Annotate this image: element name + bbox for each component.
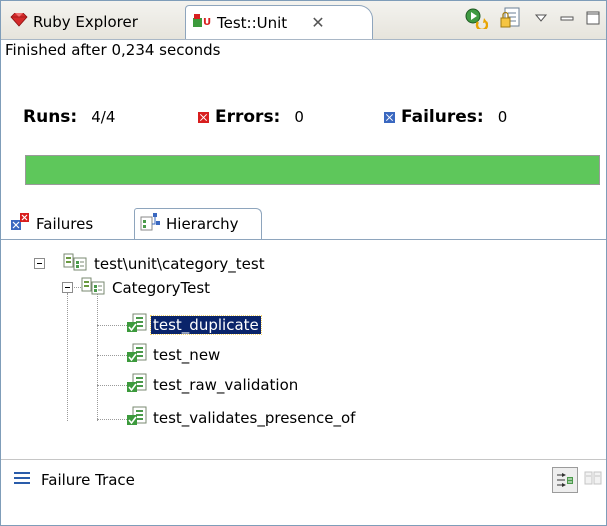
test-passed-icon: [126, 312, 148, 338]
tree-node-label: test_raw_validation: [153, 376, 299, 394]
tab-hierarchy[interactable]: Hierarchy: [134, 208, 262, 239]
tree-node-label: test_validates_presence_of: [153, 409, 356, 427]
stack-trace-icon: [13, 470, 31, 490]
history-icon[interactable]: [500, 7, 522, 33]
result-tabs: Failures Hierarchy: [1, 201, 606, 240]
ruby-gem-icon: [10, 12, 28, 31]
tree-node-label: CategoryTest: [112, 279, 211, 297]
test-passed-icon: [126, 342, 148, 368]
view-toolbar: [464, 7, 600, 33]
tree-node-label: test\unit\category_test: [94, 255, 265, 273]
runs-counter: Runs: 4/4: [23, 107, 198, 127]
close-icon[interactable]: ✕: [311, 13, 324, 32]
failures-icon: [10, 212, 32, 236]
errors-value: 0: [294, 108, 304, 126]
filter-stack-icon[interactable]: [552, 467, 578, 493]
tree-guide-line: [97, 419, 127, 420]
test-unit-view: Ruby Explorer U Test::Unit ✕ Finished af…: [0, 0, 607, 526]
error-icon: [198, 111, 209, 123]
tab-label: Test::Unit: [217, 13, 288, 32]
tab-label: Failures: [36, 215, 94, 233]
test-counters: Runs: 4/4 Errors: 0 Failures: 0: [23, 107, 603, 127]
tree-node-testcase[interactable]: CategoryTest: [81, 276, 210, 300]
tab-label: Ruby Explorer: [33, 13, 138, 31]
test-passed-icon: [126, 405, 148, 431]
tab-ruby-explorer[interactable]: Ruby Explorer: [4, 6, 186, 38]
tree-node-label: test_new: [153, 346, 221, 364]
tree-guide-line: [97, 293, 98, 421]
tree-node-test[interactable]: test_new: [126, 343, 220, 367]
view-menu-chevron-icon[interactable]: [534, 11, 548, 29]
suite-icon: [63, 252, 89, 276]
tab-label: Hierarchy: [166, 215, 239, 233]
progress-bar: [25, 155, 600, 185]
collapse-toggle[interactable]: [62, 282, 73, 293]
runs-value: 4/4: [91, 108, 116, 126]
rerun-tests-icon[interactable]: [464, 7, 489, 33]
failures-label: Failures:: [401, 107, 484, 127]
maximize-icon[interactable]: [586, 11, 600, 29]
status-text: Finished after 0,234 seconds: [5, 41, 221, 59]
hierarchy-icon: [140, 212, 162, 236]
tree-node-test[interactable]: test_validates_presence_of: [126, 406, 355, 430]
minimize-icon[interactable]: [560, 11, 574, 29]
svg-text:U: U: [203, 17, 211, 28]
failure-trace-header: Failure Trace: [1, 459, 606, 502]
tree-node-label: test_duplicate: [150, 315, 262, 335]
tree-guide-line: [97, 355, 127, 356]
testcase-icon: [81, 276, 107, 300]
collapse-toggle[interactable]: [34, 258, 45, 269]
progress-fill: [26, 156, 599, 184]
tab-test-unit[interactable]: U Test::Unit ✕: [185, 5, 373, 39]
errors-counter: Errors: 0: [198, 107, 384, 127]
test-hierarchy-tree: test\unit\category_test CategoryTest tes…: [1, 241, 606, 431]
trace-title-label: Failure Trace: [41, 471, 135, 489]
test-unit-icon: U: [192, 13, 212, 33]
failures-counter: Failures: 0: [384, 107, 507, 127]
view-tab-bar: Ruby Explorer U Test::Unit ✕: [1, 1, 606, 40]
tree-node-suite[interactable]: test\unit\category_test: [63, 252, 265, 276]
tree-guide-line: [67, 293, 68, 421]
tree-guide-line: [97, 385, 127, 386]
compare-result-icon[interactable]: [584, 469, 602, 491]
errors-label: Errors:: [215, 107, 281, 127]
trace-toolbar: [552, 467, 602, 493]
tree-node-test[interactable]: test_raw_validation: [126, 373, 298, 397]
failures-value: 0: [497, 108, 508, 126]
tree-node-test[interactable]: test_duplicate: [126, 312, 262, 338]
runs-label: Runs:: [23, 107, 78, 127]
tab-failures[interactable]: Failures: [5, 209, 133, 239]
test-passed-icon: [126, 372, 148, 398]
tree-guide-line: [97, 325, 127, 326]
failure-trace-title: Failure Trace: [13, 470, 135, 490]
failure-icon: [384, 111, 395, 123]
